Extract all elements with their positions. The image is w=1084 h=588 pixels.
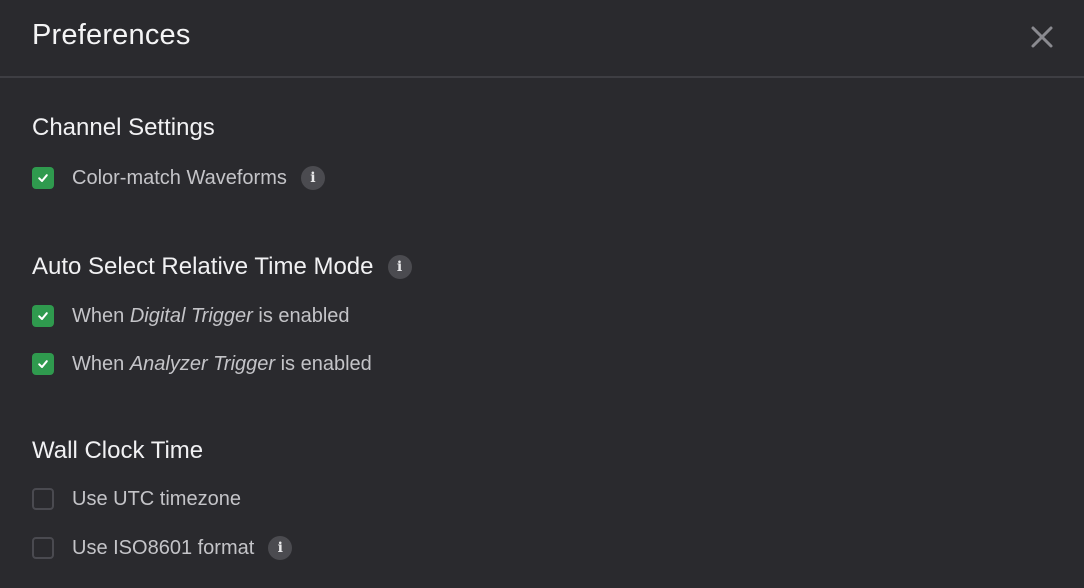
analyzer-trigger-prefix: When: [72, 352, 130, 375]
section-title-wall-clock: Wall Clock Time: [32, 437, 204, 464]
analyzer-trigger-checkbox[interactable]: [32, 353, 54, 375]
digital-trigger-checkbox[interactable]: [32, 305, 54, 327]
analyzer-trigger-label: When Analyzer Trigger is enabled: [72, 353, 372, 376]
digital-trigger-emphasis: Digital Trigger: [129, 304, 253, 327]
wall-clock-section: Wall Clock Time Use UTC timezone Use ISO…: [32, 436, 293, 560]
info-icon[interactable]: i: [387, 255, 412, 279]
relative-time-section: Auto Select Relative Time Mode i When Di…: [32, 252, 412, 375]
dialog-header: Preferences: [0, 0, 1084, 78]
section-title-relative-time-text: Auto Select Relative Time Mode: [32, 253, 374, 280]
checkmark-icon: [38, 312, 48, 320]
iso8601-format-option[interactable]: Use ISO8601 format i: [32, 535, 293, 561]
color-match-waveforms-option[interactable]: Color-match Waveforms i: [32, 165, 325, 191]
info-icon[interactable]: i: [300, 166, 325, 190]
checkmark-icon: [38, 174, 48, 182]
iso8601-format-checkbox[interactable]: [32, 537, 54, 559]
dialog-title: Preferences: [32, 19, 191, 51]
info-icon[interactable]: i: [268, 536, 293, 560]
color-match-waveforms-checkbox[interactable]: [32, 167, 54, 189]
utc-timezone-checkbox[interactable]: [32, 488, 54, 510]
utc-timezone-option[interactable]: Use UTC timezone: [32, 486, 241, 512]
utc-timezone-label: Use UTC timezone: [72, 487, 241, 510]
analyzer-trigger-emphasis: Analyzer Trigger: [129, 352, 276, 375]
digital-trigger-suffix: is enabled: [252, 304, 350, 327]
analyzer-trigger-suffix: is enabled: [275, 352, 372, 375]
checkmark-icon: [38, 360, 48, 368]
channel-settings-section: Channel Settings Color-match Waveforms i: [32, 113, 325, 190]
section-title-channel-settings: Channel Settings: [32, 114, 215, 141]
digital-trigger-label: When Digital Trigger is enabled: [72, 305, 350, 328]
digital-trigger-option[interactable]: When Digital Trigger is enabled: [32, 303, 350, 329]
iso8601-format-label: Use ISO8601 format: [72, 536, 255, 559]
digital-trigger-prefix: When: [72, 304, 130, 327]
analyzer-trigger-option[interactable]: When Analyzer Trigger is enabled: [32, 351, 372, 377]
preferences-dialog: Preferences Channel Settings Color-match…: [0, 0, 1084, 588]
close-icon[interactable]: [1030, 25, 1054, 49]
color-match-waveforms-label: Color-match Waveforms: [72, 166, 287, 189]
section-title-relative-time: Auto Select Relative Time Mode i: [32, 252, 412, 282]
